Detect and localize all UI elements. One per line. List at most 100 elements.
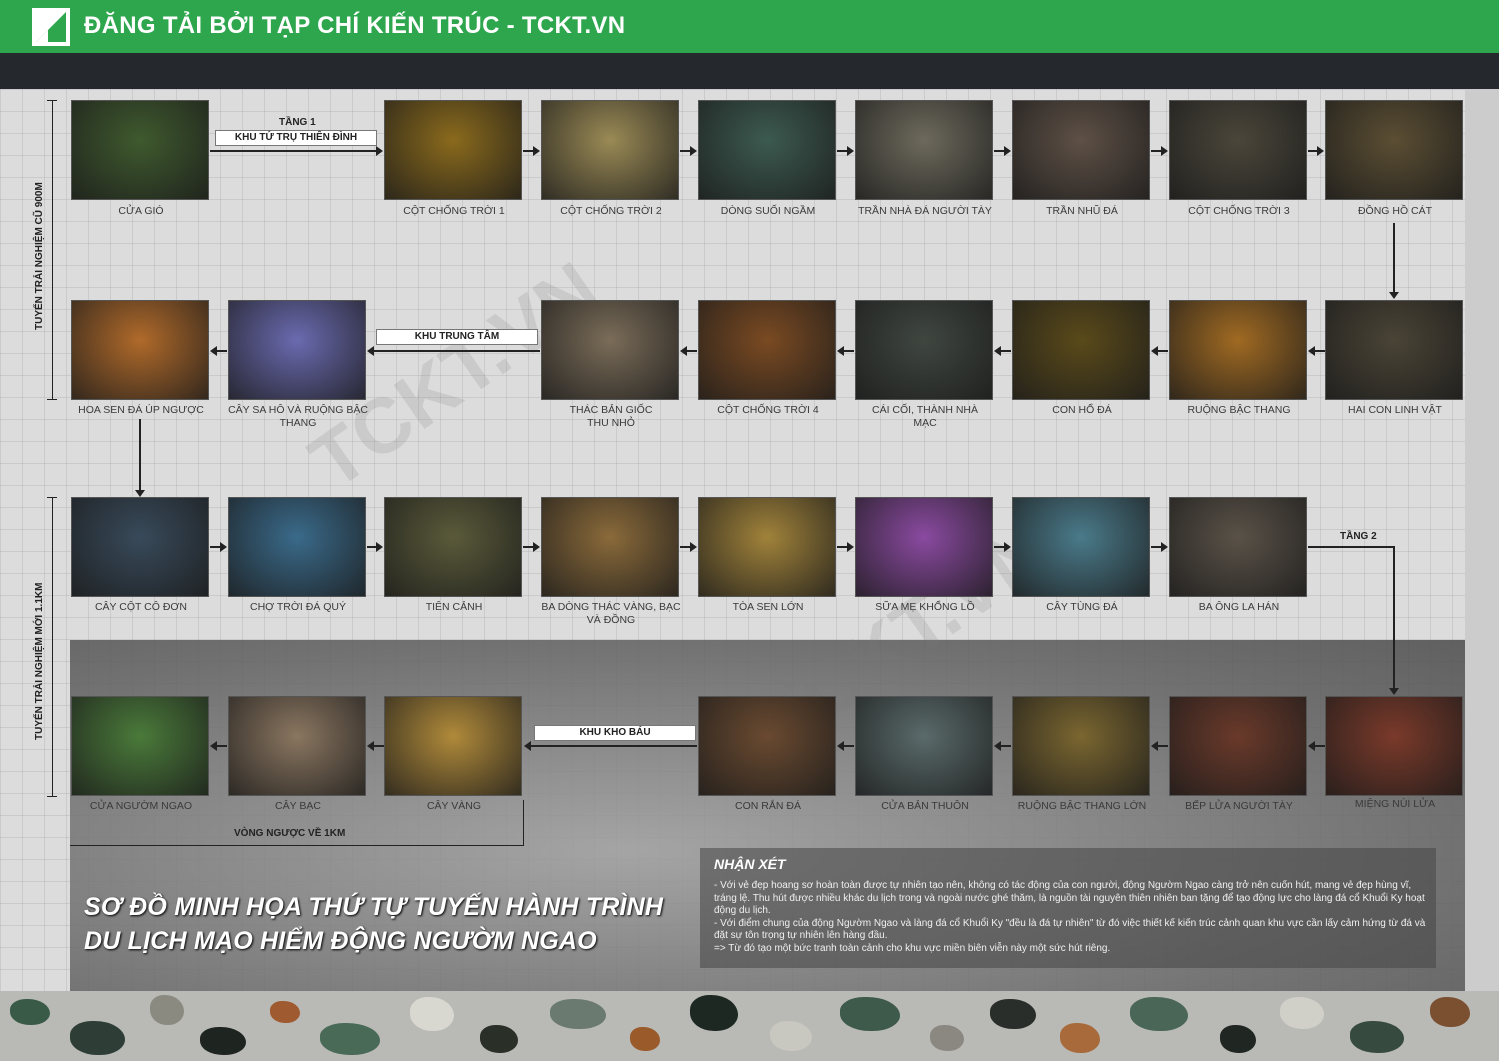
stop-thumb: [698, 696, 836, 796]
terrazzo-chip: [1060, 1023, 1100, 1053]
route-old-label: TUYẾN TRẢI NGHIỆM CŨ 900M: [34, 182, 45, 330]
stop-thumb: [1012, 300, 1150, 400]
flow-arrow-left: [994, 741, 1011, 751]
terrazzo-chip: [150, 995, 184, 1025]
flow-arrow-right: [1151, 542, 1168, 552]
stop-label: CỘT CHỐNG TRỜI 4: [717, 404, 819, 416]
terrazzo-chip: [690, 995, 738, 1031]
stop-label: DÒNG SUỐI NGẦM: [720, 205, 816, 217]
stop-label: CÂY CỘT CÔ ĐƠN: [94, 601, 188, 613]
route-old-tick-bottom: [47, 399, 57, 400]
terrazzo-chip: [410, 997, 454, 1031]
terrazzo-chip: [990, 999, 1036, 1029]
stop-label: BẾP LỬA NGƯỜI TÀY: [1185, 800, 1293, 812]
flow-arrow-left: [837, 741, 854, 751]
stop-thumb: [384, 100, 522, 200]
stop-label: CON RẮN ĐÁ: [735, 800, 801, 812]
stop-thumb: [71, 497, 209, 597]
stop-thumb: [541, 497, 679, 597]
stop-label: SỮA MẸ KHỔNG LỒ: [875, 601, 975, 613]
flow-arrow-left: [367, 741, 384, 751]
flow-arrow-right: [523, 542, 540, 552]
stop-label: CÂY TÙNG ĐÁ: [1046, 601, 1118, 613]
stop-thumb: [855, 300, 993, 400]
tier-1-label: TẦNG 1: [279, 117, 316, 128]
stop-label: CỘT CHỐNG TRỜI 2: [560, 205, 662, 217]
stop-label: HAI CON LINH VẬT: [1348, 404, 1442, 416]
header-bar: ĐĂNG TẢI BỞI TẠP CHÍ KIẾN TRÚC - TCKT.VN: [0, 0, 1499, 53]
terrazzo-chip: [480, 1025, 518, 1053]
flow-arrow-right: [994, 146, 1011, 156]
stop-thumb: [698, 100, 836, 200]
terrazzo-chip: [550, 999, 606, 1029]
route-new-tick-bottom: [47, 796, 57, 797]
poster-title-line2: DU LỊCH MẠO HIỂM ĐỘNG NGƯỜM NGAO: [84, 927, 597, 955]
dark-band: [0, 53, 1499, 89]
terrazzo-chip: [1430, 997, 1470, 1027]
flow-arrow-left: [367, 346, 540, 356]
stop-label: CON HỔ ĐÁ: [1052, 404, 1112, 416]
flow-arrow-right: [523, 146, 540, 156]
stop-thumb: [1325, 696, 1463, 796]
flow-arrow-right: [994, 542, 1011, 552]
stop-thumb: [541, 100, 679, 200]
flow-arrow-right: [1308, 146, 1324, 156]
stop-label: RUỘNG BẬC THANG LỚN: [1017, 800, 1147, 812]
stop-label: CÁI CỐI, THÀNH NHÀ MẠC: [872, 404, 978, 429]
stop-thumb: [1169, 100, 1307, 200]
flow-arrow-left: [1151, 741, 1168, 751]
stop-label: CHỢ TRỜI ĐÁ QUÝ: [250, 601, 346, 613]
flow-arrow-left: [1151, 346, 1168, 356]
flow-arrow-left: [524, 741, 697, 751]
notes-paragraph-2: - Với điểm chung của động Ngườm Ngao và …: [714, 917, 1426, 942]
stop-label: TRẦN NHÀ ĐÁ NGƯỜI TÀY: [858, 205, 992, 217]
logo-icon: [32, 8, 70, 46]
stop-label: CÂY VÀNG: [426, 800, 482, 812]
flow-arrow-left: [837, 346, 854, 356]
terrazzo-chip: [10, 999, 50, 1025]
stop-label: ĐỒNG HỒ CÁT: [1357, 205, 1433, 217]
notes-panel: NHẬN XÉT - Với vẻ đẹp hoang sơ hoàn toàn…: [700, 848, 1436, 968]
zone-label-kho-bau: KHU KHO BÁU: [534, 725, 696, 741]
stop-label: HOA SEN ĐÁ ÚP NGƯỢC: [78, 404, 204, 416]
tier-2-label: TẦNG 2: [1340, 531, 1377, 542]
flow-arrow-left: [1308, 346, 1325, 356]
terrazzo-chip: [70, 1021, 125, 1055]
stop-label: CỬA BẢN THUÔN: [881, 800, 969, 812]
stop-thumb: [1012, 497, 1150, 597]
stop-thumb: [855, 497, 993, 597]
stop-label: CỘT CHỐNG TRỜI 3: [1188, 205, 1290, 217]
flow-arrow-down: [135, 419, 145, 497]
terrazzo-chip: [1350, 1021, 1404, 1053]
terrazzo-chip: [1220, 1025, 1256, 1053]
stop-label: TRẦN NHŨ ĐÁ: [1046, 205, 1118, 217]
stop-thumb: [228, 497, 366, 597]
stop-label: CÂY SA HÔ VÀ RUỘNG BẬC THANG: [228, 404, 368, 429]
notes-body: - Với vẻ đẹp hoang sơ hoàn toàn được tự …: [714, 880, 1426, 955]
flow-arrow-right: [367, 542, 383, 552]
stop-thumb: [1325, 300, 1463, 400]
notes-heading: NHẬN XÉT: [714, 856, 786, 872]
stop-thumb-cua-gio: [71, 100, 209, 200]
flow-arrow-right: [210, 542, 227, 552]
terrazzo-chip: [320, 1023, 380, 1055]
flow-arrow-left: [994, 346, 1011, 356]
flow-arrow-left: [680, 346, 697, 356]
stop-thumb: [698, 300, 836, 400]
stop-thumb: [71, 300, 209, 400]
stop-label: MIỆNG NÚI LỬA: [1354, 798, 1436, 810]
notes-paragraph-3: => Từ đó tạo một bức tranh toàn cảnh cho…: [714, 942, 1111, 954]
flow-arrow-left: [1308, 741, 1325, 751]
terrazzo-footer: [0, 991, 1499, 1061]
poster-title-line1: SƠ ĐỒ MINH HỌA THỨ TỰ TUYẾN HÀNH TRÌNH: [84, 893, 664, 921]
stop-label: CỬA NGƯỜM NGAO: [89, 800, 193, 812]
stop-label: RUỘNG BẬC THANG: [1187, 404, 1291, 416]
stop-thumb: [71, 696, 209, 796]
flow-arrow-right: [1151, 146, 1168, 156]
terrazzo-chip: [1130, 997, 1188, 1031]
terrazzo-chip: [840, 997, 900, 1031]
stop-label: TIÊN CẢNH: [425, 601, 483, 613]
stop-thumb: [228, 300, 366, 400]
flow-arrow-right: [837, 146, 854, 156]
route-new-line: [52, 497, 53, 797]
